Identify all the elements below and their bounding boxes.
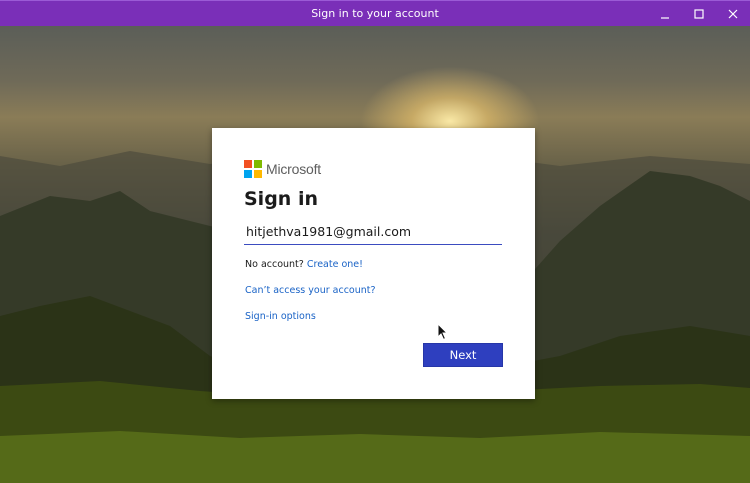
options-row: Sign-in options <box>245 311 316 322</box>
logo-square-yellow <box>254 170 262 178</box>
no-account-text: No account? <box>245 259 304 270</box>
sign-in-options-link[interactable]: Sign-in options <box>245 311 316 322</box>
window-controls <box>648 1 750 27</box>
next-button[interactable]: Next <box>423 343 503 367</box>
maximize-button[interactable] <box>682 1 716 27</box>
brand: Microsoft <box>244 160 321 178</box>
window-titlebar: Sign in to your account <box>0 0 750 26</box>
close-icon <box>728 9 738 19</box>
logo-square-blue <box>244 170 252 178</box>
create-account-link[interactable]: Create one! <box>307 259 363 270</box>
minimize-button[interactable] <box>648 1 682 27</box>
sign-in-dialog: Microsoft Sign in hitjethva1981@gmail.co… <box>212 128 535 399</box>
mouse-cursor-icon <box>437 323 449 341</box>
email-field[interactable]: hitjethva1981@gmail.com <box>244 221 502 245</box>
window-title: Sign in to your account <box>311 7 439 20</box>
access-row: Can’t access your account? <box>245 285 376 296</box>
page-title: Sign in <box>244 188 318 210</box>
maximize-icon <box>694 9 704 19</box>
close-button[interactable] <box>716 1 750 27</box>
minimize-icon <box>661 17 669 19</box>
logo-square-green <box>254 160 262 168</box>
microsoft-logo-icon <box>244 160 262 178</box>
cant-access-account-link[interactable]: Can’t access your account? <box>245 285 376 296</box>
logo-square-red <box>244 160 252 168</box>
no-account-row: No account? Create one! <box>245 259 363 270</box>
brand-name: Microsoft <box>266 161 321 177</box>
